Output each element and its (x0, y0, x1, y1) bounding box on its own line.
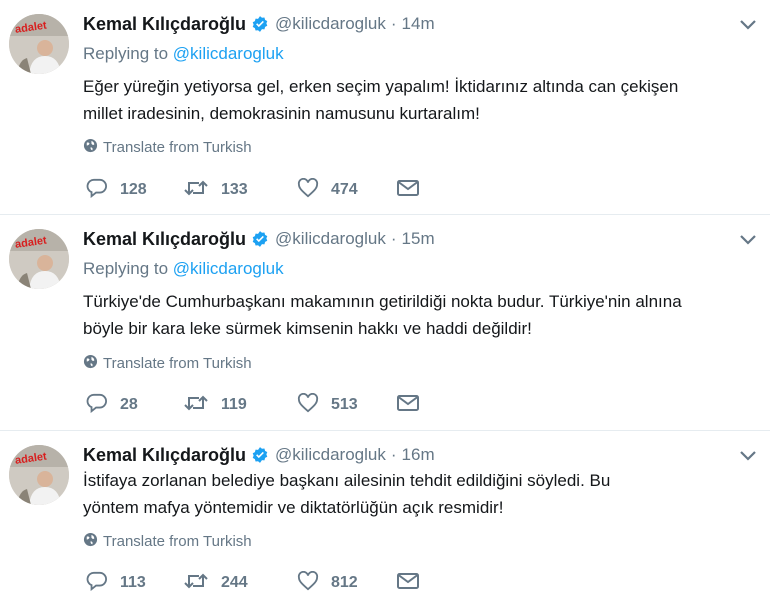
globe-icon (83, 532, 103, 551)
author-handle[interactable]: @kilicdarogluk (275, 229, 386, 249)
author-handle[interactable]: @kilicdarogluk (275, 14, 386, 34)
translate-link[interactable]: Translate from Turkish (83, 138, 252, 157)
reply-count: 128 (120, 181, 147, 198)
translate-link[interactable]: Translate from Turkish (83, 354, 252, 373)
reply-icon (86, 178, 108, 203)
tweet-actions: 128 133 474 (86, 177, 419, 203)
globe-icon (83, 138, 103, 157)
translate-label: Translate from Turkish (103, 139, 252, 156)
heart-icon (297, 392, 319, 418)
translate-label: Translate from Turkish (103, 533, 252, 550)
replying-handle-link[interactable]: @kilicdarogluk (173, 44, 284, 63)
globe-icon (83, 354, 103, 373)
verified-badge-icon (251, 446, 269, 464)
retweet-icon (183, 571, 209, 596)
like-count: 812 (331, 574, 358, 591)
retweet-icon (183, 178, 209, 203)
tweet-actions: 113 244 812 (86, 570, 419, 596)
tweet-actions: 28 119 513 (86, 392, 419, 418)
verified-badge-icon (251, 15, 269, 33)
replying-prefix: Replying to (83, 259, 173, 278)
tweet[interactable]: adalet Kemal Kılıçdaroğlu @kilicdarogluk… (0, 215, 770, 431)
avatar[interactable]: adalet (9, 229, 69, 289)
tweet-text-line: İstifaya zorlanan belediye başkanı ailes… (83, 471, 611, 490)
tweet[interactable]: adalet Kemal Kılıçdaroğlu @kilicdarogluk… (0, 0, 770, 215)
separator-dot: · (390, 445, 397, 464)
reply-count: 113 (120, 574, 146, 591)
author-name[interactable]: Kemal Kılıçdaroğlu (83, 229, 246, 250)
replying-to: Replying to @kilicdarogluk (83, 259, 284, 279)
envelope-icon (397, 394, 419, 417)
tweet[interactable]: adalet Kemal Kılıçdaroğlu @kilicdarogluk… (0, 431, 770, 601)
avatar[interactable]: adalet (9, 14, 69, 74)
like-count: 513 (331, 396, 358, 413)
reply-icon (86, 571, 108, 596)
like-count: 474 (331, 181, 358, 198)
author-name[interactable]: Kemal Kılıçdaroğlu (83, 14, 246, 35)
replying-prefix: Replying to (83, 44, 173, 63)
retweet-count: 119 (221, 396, 247, 413)
reply-count: 28 (120, 396, 138, 413)
chevron-down-icon[interactable] (739, 18, 757, 36)
like-button[interactable]: 812 (297, 570, 397, 596)
tweet-text-line: Eğer yüreğin yetiyorsa gel, erken seçim … (83, 77, 679, 96)
reply-button[interactable]: 28 (86, 393, 183, 418)
heart-icon (297, 570, 319, 596)
chevron-down-icon[interactable] (739, 233, 757, 251)
retweet-icon (183, 393, 209, 418)
retweet-button[interactable]: 133 (183, 178, 297, 203)
retweet-count: 133 (221, 181, 248, 198)
reply-button[interactable]: 128 (86, 178, 183, 203)
tweet-header: Kemal Kılıçdaroğlu @kilicdarogluk · 14m (83, 13, 435, 35)
direct-message-button[interactable] (397, 179, 419, 202)
tweet-header: Kemal Kılıçdaroğlu @kilicdarogluk · 16m (83, 444, 435, 466)
tweet-header: Kemal Kılıçdaroğlu @kilicdarogluk · 15m (83, 228, 435, 250)
heart-icon (297, 177, 319, 203)
timestamp[interactable]: 14m (402, 14, 435, 34)
replying-to: Replying to @kilicdarogluk (83, 44, 284, 64)
reply-button[interactable]: 113 (86, 571, 183, 596)
direct-message-button[interactable] (397, 572, 419, 595)
separator-dot: · (390, 229, 397, 248)
envelope-icon (397, 572, 419, 595)
translate-label: Translate from Turkish (103, 355, 252, 372)
direct-message-button[interactable] (397, 394, 419, 417)
tweet-text-line: millet iradesinin, demokrasinin namusunu… (83, 104, 480, 123)
author-handle[interactable]: @kilicdarogluk (275, 445, 386, 465)
tweet-text-line: böyle bir kara leke sürmek kimsenin hakk… (83, 319, 532, 338)
tweet-text: İstifaya zorlanan belediye başkanı ailes… (83, 467, 763, 521)
retweet-button[interactable]: 119 (183, 393, 297, 418)
tweet-text: Eğer yüreğin yetiyorsa gel, erken seçim … (83, 73, 763, 127)
replying-handle-link[interactable]: @kilicdarogluk (173, 259, 284, 278)
like-button[interactable]: 474 (297, 177, 397, 203)
separator-dot: · (390, 14, 397, 33)
reply-icon (86, 393, 108, 418)
tweet-text: Türkiye'de Cumhurbaşkanı makamının getir… (83, 288, 763, 342)
like-button[interactable]: 513 (297, 392, 397, 418)
verified-badge-icon (251, 230, 269, 248)
retweet-count: 244 (221, 574, 248, 591)
chevron-down-icon[interactable] (739, 449, 757, 467)
author-name[interactable]: Kemal Kılıçdaroğlu (83, 445, 246, 466)
tweet-text-line: yöntem mafya yöntemidir ve diktatörlüğün… (83, 498, 504, 517)
translate-link[interactable]: Translate from Turkish (83, 532, 252, 551)
timestamp[interactable]: 15m (402, 229, 435, 249)
retweet-button[interactable]: 244 (183, 571, 297, 596)
envelope-icon (397, 179, 419, 202)
timestamp[interactable]: 16m (402, 445, 435, 465)
tweet-timeline: adalet Kemal Kılıçdaroğlu @kilicdarogluk… (0, 0, 770, 601)
avatar[interactable]: adalet (9, 445, 69, 505)
tweet-text-line: Türkiye'de Cumhurbaşkanı makamının getir… (83, 292, 682, 311)
